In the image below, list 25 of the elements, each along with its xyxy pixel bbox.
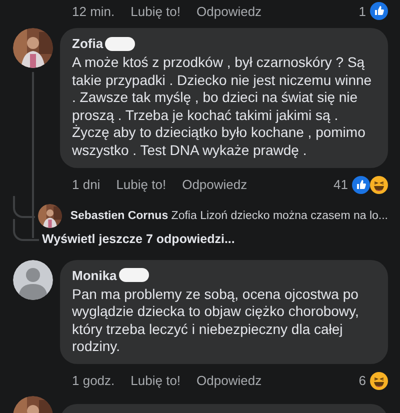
like-link[interactable]: Lubię to! xyxy=(130,4,181,18)
avatar-icon xyxy=(13,260,53,300)
reply-link[interactable]: Odpowiedz xyxy=(196,4,262,18)
comment-text: A może ktoś z przodków , był czarnoskóry ? Są takie przypadki . Dziecko nie jest niczemu winne . Zawsze tak myślę , bo dzieci na świat się nie proszą . Trzeba je kochać takimi jakimi są . Życzę aby to dzieciątko było kochane , pomimo wszystko . Test DNA wykaże prawdę . xyxy=(72,54,373,160)
like-link[interactable]: Lubię to! xyxy=(130,373,181,388)
laughing-face-icon xyxy=(370,372,388,390)
comment-time: 12 min. xyxy=(72,4,115,18)
comment-time: 1 godz. xyxy=(72,373,115,388)
thumbs-up-icon xyxy=(352,176,370,194)
author-name[interactable]: Monika xyxy=(72,268,117,283)
reply-preview[interactable]: Sebastien Cornus Zofia Lizoń dziecko można czasem na lo... xyxy=(70,210,388,222)
more-replies-link[interactable]: Wyświetl jeszcze 7 odpowiedzi... xyxy=(42,232,235,246)
thread-connector xyxy=(13,218,39,241)
laughing-face-icon xyxy=(370,176,388,194)
like-link[interactable]: Lubię to! xyxy=(116,177,166,192)
comment-time: 1 dni xyxy=(72,177,100,192)
reply-link[interactable]: Odpowiedz xyxy=(196,373,262,388)
thumbs-up-icon xyxy=(370,2,388,20)
author-name[interactable]: Zofia xyxy=(72,36,104,51)
reaction-count: 1 xyxy=(358,4,366,18)
thread-connector xyxy=(13,196,36,218)
comment-text: Pan ma problemy ze sobą, ocena ojcostwa po wyglądzie dziecka to objaw ciężko chorobowy, który trzeba leczyć i niebezpieczny dla całej rodziny. xyxy=(72,286,360,356)
reply-link[interactable]: Odpowiedz xyxy=(182,177,248,192)
reaction-count: 41 xyxy=(334,177,348,192)
reaction-count: 6 xyxy=(358,373,366,388)
